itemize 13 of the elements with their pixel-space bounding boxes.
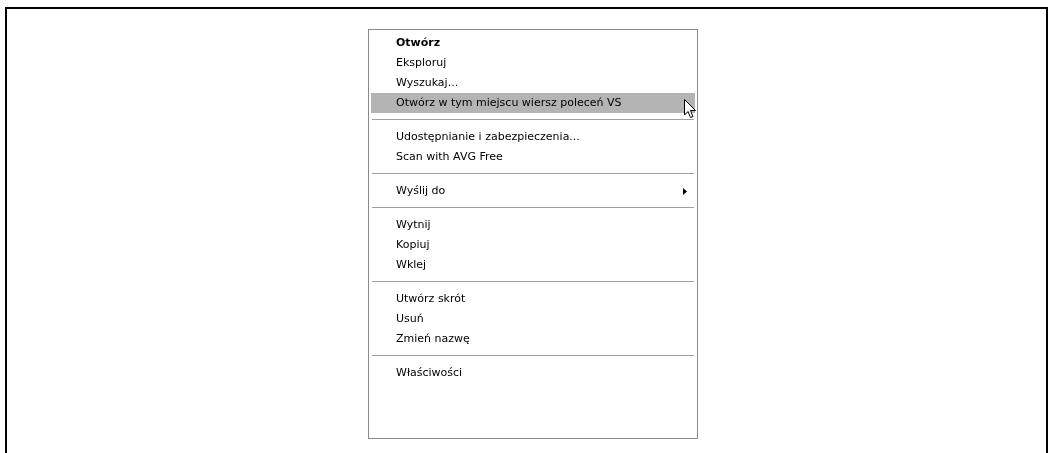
menu-item[interactable]: Właściwości: [371, 363, 695, 383]
menu-item[interactable]: Scan with AVG Free: [371, 147, 695, 167]
menu-item[interactable]: Eksploruj: [371, 53, 695, 73]
menu-item[interactable]: Wklej: [371, 255, 695, 275]
menu-item[interactable]: Wyślij do: [371, 181, 695, 201]
menu-item[interactable]: Usuń: [371, 309, 695, 329]
menu-item[interactable]: Utwórz skrót: [371, 289, 695, 309]
menu-item[interactable]: Otwórz: [371, 33, 695, 53]
menu-item[interactable]: Zmień nazwę: [371, 329, 695, 349]
menu-item[interactable]: Wytnij: [371, 215, 695, 235]
menu-item[interactable]: Udostępnianie i zabezpieczenia...: [371, 127, 695, 147]
menu-item[interactable]: Wyszukaj...: [371, 73, 695, 93]
menu-item[interactable]: Kopiuj: [371, 235, 695, 255]
